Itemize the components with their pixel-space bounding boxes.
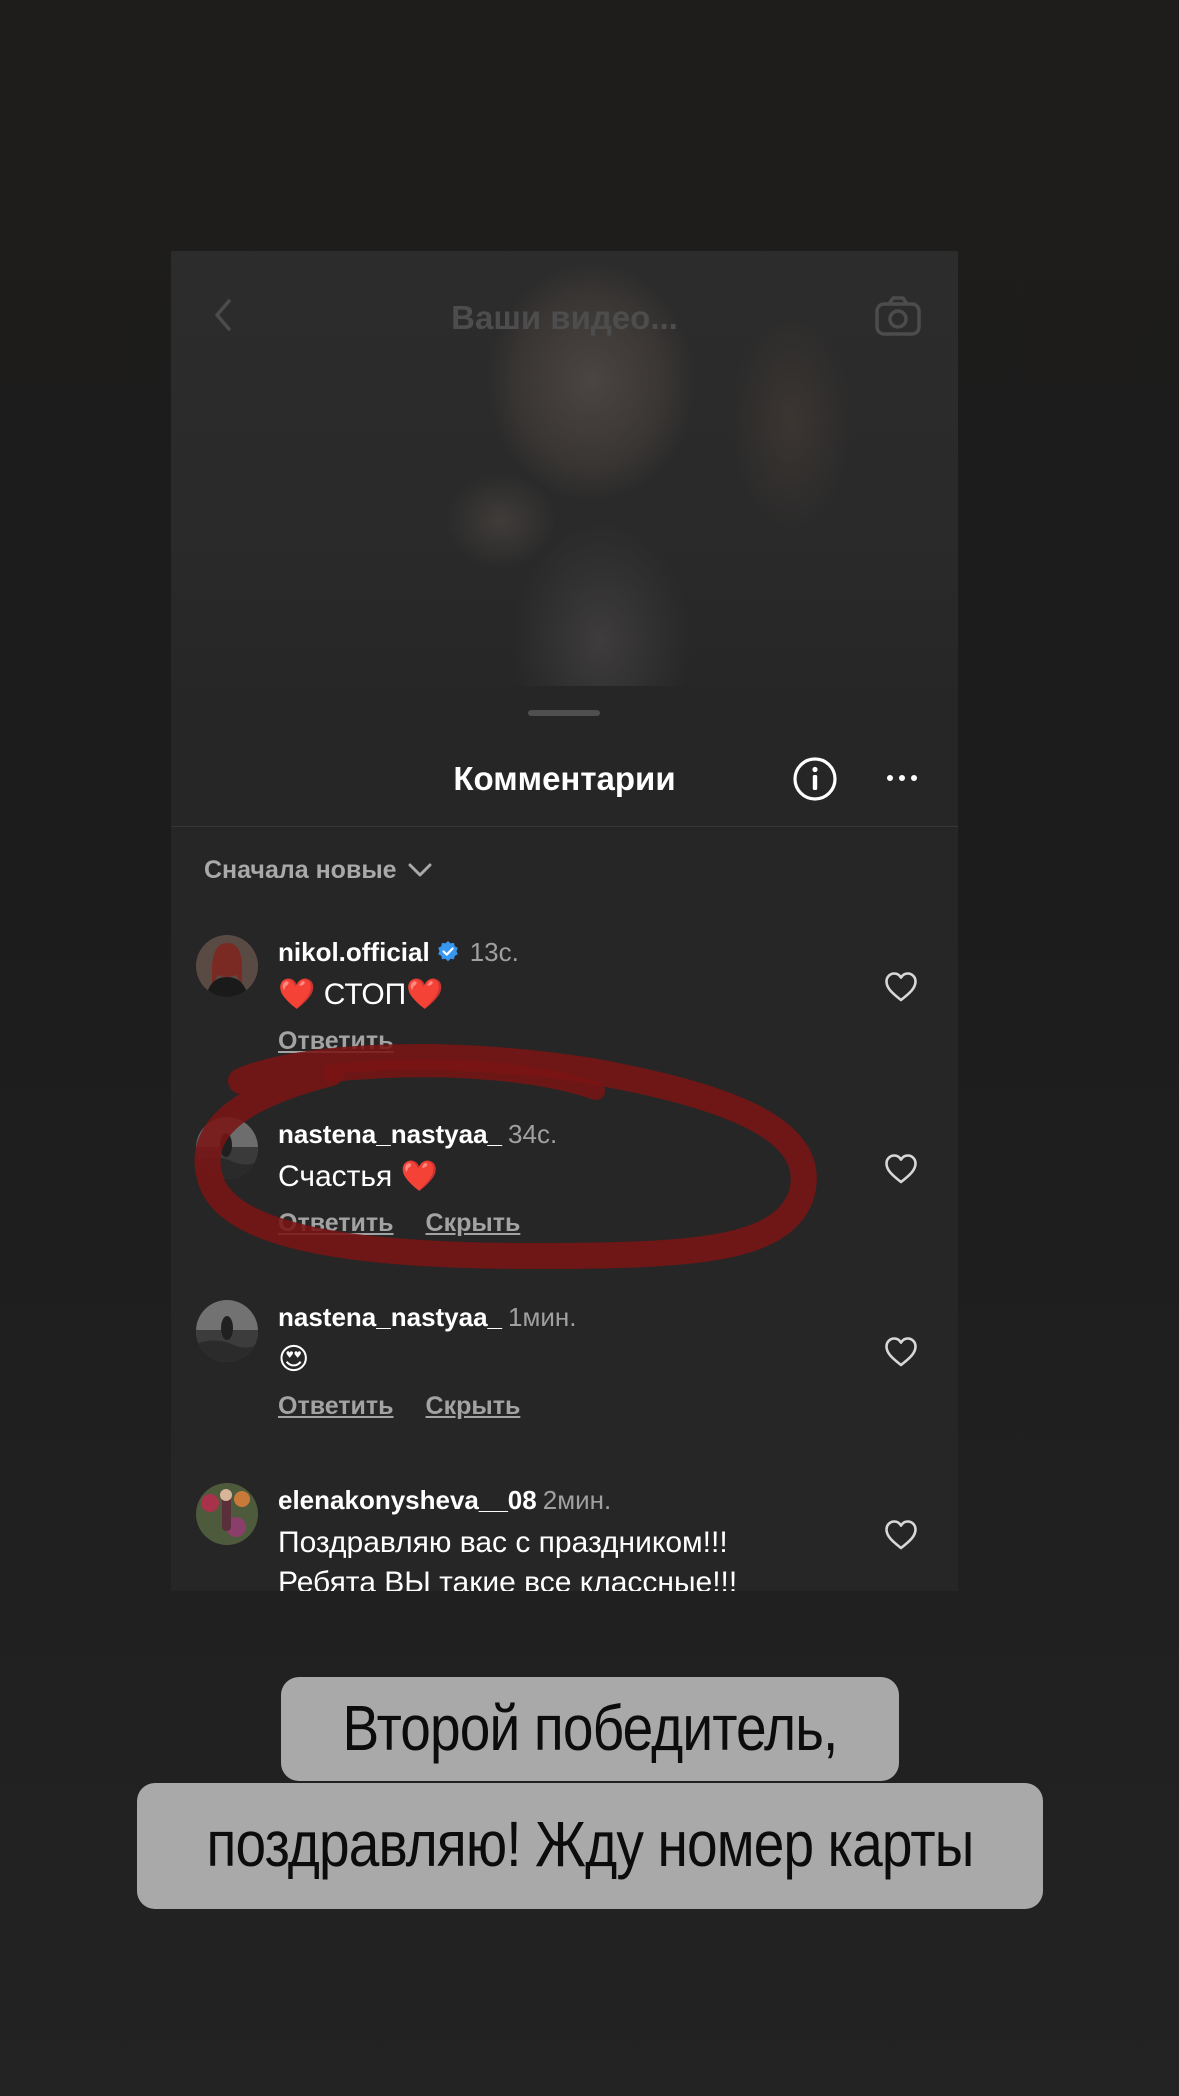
- sheet-grabber[interactable]: [528, 710, 600, 716]
- caption-box-line-1: Второй победитель,: [281, 1677, 899, 1781]
- avatar[interactable]: [196, 935, 258, 997]
- comment-actions: Ответить: [278, 1027, 394, 1056]
- reply-button[interactable]: Ответить: [278, 1392, 394, 1421]
- sheet-title: Комментарии: [453, 760, 676, 797]
- comment-time: 34с.: [508, 1118, 558, 1149]
- more-options-icon[interactable]: [882, 760, 922, 796]
- comment-header: nikol.official 13с.: [278, 935, 519, 969]
- caption-box-line-2: поздравляю! Жду номер карты: [137, 1783, 1043, 1909]
- reply-button[interactable]: Ответить: [278, 1027, 394, 1056]
- comment-username[interactable]: nastena_nastyaa_: [278, 1302, 502, 1333]
- hide-button[interactable]: Скрыть: [426, 1209, 521, 1238]
- comments-sheet: Комментарии Сначала новые nikol.official…: [171, 686, 958, 1591]
- verified-badge-icon: [436, 940, 460, 964]
- comment-time: 1мин.: [508, 1301, 577, 1332]
- comment-username[interactable]: nikol.official: [278, 937, 430, 968]
- header-divider: [171, 826, 958, 827]
- story-screenshot-card: Ваши видео... Комментарии Сначала новые …: [171, 251, 958, 1591]
- comment-item: elenakonysheva__08 2мин. Поздравляю вас …: [171, 1483, 958, 1591]
- like-heart-icon[interactable]: [884, 971, 918, 1003]
- comment-text: 😍: [278, 1343, 310, 1376]
- sort-dropdown[interactable]: Сначала новые: [204, 852, 433, 888]
- like-heart-icon[interactable]: [884, 1519, 918, 1551]
- avatar[interactable]: [196, 1483, 258, 1545]
- like-heart-icon[interactable]: [884, 1336, 918, 1368]
- avatar[interactable]: [196, 1300, 258, 1362]
- comment-username[interactable]: nastena_nastyaa_: [278, 1119, 502, 1150]
- sort-label: Сначала новые: [204, 855, 397, 884]
- avatar[interactable]: [196, 1117, 258, 1179]
- comment-header: nastena_nastyaa_ 1мин.: [278, 1300, 576, 1334]
- hide-button[interactable]: Скрыть: [426, 1392, 521, 1421]
- caption-line-1: Второй победитель,: [342, 1692, 839, 1764]
- comment-item: nastena_nastyaa_ 34с. Счастья ❤️ Ответит…: [171, 1117, 958, 1297]
- comment-text: Счастья ❤️: [278, 1160, 438, 1193]
- video-thumbnail: Ваши видео...: [171, 251, 958, 711]
- comment-header: elenakonysheva__08 2мин.: [278, 1483, 611, 1517]
- comment-text: ❤️ СТОП❤️: [278, 978, 444, 1011]
- comment-text: Поздравляю вас с праздником!!!: [278, 1526, 728, 1559]
- reply-button[interactable]: Ответить: [278, 1209, 394, 1238]
- photo-top-bar: Ваши видео...: [171, 291, 958, 341]
- camera-icon[interactable]: [874, 295, 922, 337]
- comment-text-line-2: Ребята ВЫ такие все классные!!!: [278, 1566, 738, 1591]
- comment-time: 13с.: [469, 936, 519, 967]
- photo-title: Ваши видео...: [451, 299, 678, 336]
- comment-time: 2мин.: [542, 1484, 612, 1515]
- comment-username[interactable]: elenakonysheva__08: [278, 1485, 537, 1516]
- like-heart-icon[interactable]: [884, 1153, 918, 1185]
- comment-header: nastena_nastyaa_ 34с.: [278, 1117, 557, 1151]
- comment-actions: Ответить Скрыть: [278, 1392, 520, 1421]
- comment-item: nikol.official 13с. ❤️ СТОП❤️ Ответить: [171, 935, 958, 1115]
- caption-line-2: поздравляю! Жду номер карты: [206, 1808, 975, 1880]
- comment-item: nastena_nastyaa_ 1мин. 😍 Ответить Скрыть: [171, 1300, 958, 1480]
- info-icon[interactable]: [792, 756, 838, 802]
- chevron-down-icon: [408, 863, 432, 877]
- comment-actions: Ответить Скрыть: [278, 1209, 520, 1238]
